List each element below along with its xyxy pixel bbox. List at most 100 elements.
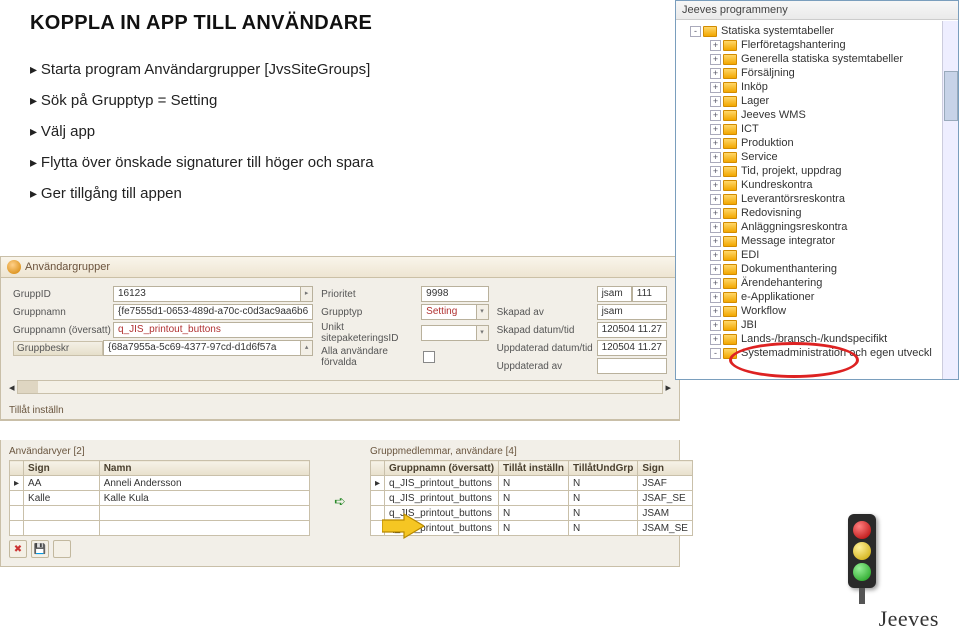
expand-icon[interactable] bbox=[710, 82, 721, 93]
dropdown-icon[interactable]: ▾ bbox=[477, 325, 489, 341]
expand-icon[interactable]: ▴ bbox=[301, 340, 313, 356]
form-horizontal-scroll[interactable]: ◂ ▸ bbox=[1, 378, 679, 396]
cell-tillat-installn[interactable]: N bbox=[499, 506, 569, 521]
expand-icon[interactable] bbox=[710, 236, 721, 247]
grupptyp-field[interactable]: Setting bbox=[421, 304, 476, 320]
tree-body[interactable]: Statiska systemtabeller Flerföretagshant… bbox=[676, 20, 958, 360]
tree-node[interactable]: Lager bbox=[678, 94, 954, 108]
cell-tillat-undgrp[interactable]: N bbox=[568, 506, 637, 521]
expand-icon[interactable] bbox=[710, 250, 721, 261]
expand-icon[interactable] bbox=[710, 320, 721, 331]
tool-button[interactable] bbox=[53, 540, 71, 558]
gruppbeskr-field[interactable]: {68a7955a-5c69-4377-97cd-d1d6f57a bbox=[103, 340, 301, 356]
expand-icon[interactable] bbox=[690, 26, 701, 37]
expand-icon[interactable] bbox=[710, 180, 721, 191]
expand-icon[interactable] bbox=[710, 334, 721, 345]
skapad-av-field[interactable]: jsam bbox=[597, 304, 667, 320]
tree-node-root[interactable]: Statiska systemtabeller bbox=[678, 24, 954, 38]
move-right-icon[interactable]: ➪ bbox=[334, 493, 346, 510]
scroll-left-icon[interactable]: ◂ bbox=[9, 381, 15, 394]
scroll-thumb[interactable] bbox=[18, 381, 38, 393]
tree-node[interactable]: Kundreskontra bbox=[678, 178, 954, 192]
tree-node[interactable]: EDI bbox=[678, 248, 954, 262]
tree-node[interactable]: Workflow bbox=[678, 304, 954, 318]
cell-tillat-undgrp[interactable]: N bbox=[568, 476, 637, 491]
save-button[interactable]: 💾 bbox=[31, 540, 49, 558]
expand-icon[interactable] bbox=[710, 194, 721, 205]
cell-sign[interactable]: JSAM_SE bbox=[638, 521, 693, 536]
tree-node[interactable]: Flerföretagshantering bbox=[678, 38, 954, 52]
col-tillat-installn[interactable]: Tillåt inställn bbox=[499, 461, 569, 476]
cell-tillat-installn[interactable]: N bbox=[499, 521, 569, 536]
expand-icon[interactable] bbox=[710, 152, 721, 163]
tree-node[interactable]: e-Applikationer bbox=[678, 290, 954, 304]
expand-icon[interactable] bbox=[710, 40, 721, 51]
col-namn[interactable]: Namn bbox=[99, 461, 309, 476]
tree-node[interactable]: Generella statiska systemtabeller bbox=[678, 52, 954, 66]
prioritet-field[interactable]: 9998 bbox=[421, 286, 488, 302]
col-sign[interactable]: Sign bbox=[638, 461, 693, 476]
tree-node[interactable]: Dokumenthantering bbox=[678, 262, 954, 276]
expand-icon[interactable] bbox=[710, 54, 721, 65]
table-row[interactable]: q_JIS_printout_buttonsNNJSAF_SE bbox=[371, 491, 693, 506]
expand-icon[interactable] bbox=[710, 96, 721, 107]
tree-node[interactable]: Jeeves WMS bbox=[678, 108, 954, 122]
dropdown-icon[interactable]: ▾ bbox=[477, 304, 489, 320]
col-sign[interactable]: Sign bbox=[24, 461, 100, 476]
short-num-field[interactable]: 111 bbox=[632, 286, 667, 302]
gruppnamn-oversatt-field[interactable]: q_JIS_printout_buttons bbox=[113, 322, 313, 338]
alla-forvalda-checkbox[interactable] bbox=[423, 351, 435, 363]
gruppid-field[interactable]: 16123 bbox=[113, 286, 301, 302]
tree-node[interactable]: Anläggningsreskontra bbox=[678, 220, 954, 234]
cell-tillat-undgrp[interactable]: N bbox=[568, 491, 637, 506]
tree-node[interactable]: ICT bbox=[678, 122, 954, 136]
uppdaterad-av-field[interactable] bbox=[597, 358, 667, 374]
scrollbar-thumb[interactable] bbox=[944, 71, 958, 121]
col-gruppnamn[interactable]: Gruppnamn (översatt) bbox=[385, 461, 499, 476]
tool-button[interactable]: ✖ bbox=[9, 540, 27, 558]
tree-node[interactable]: Försäljning bbox=[678, 66, 954, 80]
expand-icon[interactable] bbox=[710, 110, 721, 121]
dropdown-icon[interactable]: ▸ bbox=[301, 286, 313, 302]
tree-node[interactable]: Leverantörsreskontra bbox=[678, 192, 954, 206]
siteid-field[interactable] bbox=[421, 325, 476, 341]
expand-icon[interactable] bbox=[710, 306, 721, 317]
expand-icon[interactable] bbox=[710, 222, 721, 233]
cell-namn[interactable]: Anneli Andersson bbox=[99, 476, 309, 491]
tree-node[interactable]: Tid, projekt, uppdrag bbox=[678, 164, 954, 178]
skapad-datum-field[interactable]: 120504 11.27 bbox=[597, 322, 667, 338]
tree-node[interactable]: Produktion bbox=[678, 136, 954, 150]
col-tillat-undgrp[interactable]: TillåtUndGrp bbox=[568, 461, 637, 476]
expand-icon[interactable] bbox=[710, 348, 721, 359]
cell-sign[interactable]: JSAM bbox=[638, 506, 693, 521]
cell-gruppnamn[interactable]: q_JIS_printout_buttons bbox=[385, 476, 499, 491]
table-row[interactable]: ▸q_JIS_printout_buttonsNNJSAF bbox=[371, 476, 693, 491]
expand-icon[interactable] bbox=[710, 264, 721, 275]
expand-icon[interactable] bbox=[710, 68, 721, 79]
tree-node[interactable]: Ärendehantering bbox=[678, 276, 954, 290]
tree-scrollbar[interactable] bbox=[942, 21, 958, 379]
expand-icon[interactable] bbox=[710, 292, 721, 303]
scroll-right-icon[interactable]: ▸ bbox=[665, 381, 671, 394]
tree-node[interactable]: JBI bbox=[678, 318, 954, 332]
gruppnamn-field[interactable]: {fe7555d1-0653-489d-a70c-c0d3ac9aa6b6 bbox=[113, 304, 313, 320]
expand-icon[interactable] bbox=[710, 166, 721, 177]
table-row[interactable]: KalleKalle Kula bbox=[10, 491, 310, 506]
cell-sign[interactable]: JSAF bbox=[638, 476, 693, 491]
tree-node[interactable]: Service bbox=[678, 150, 954, 164]
cell-tillat-undgrp[interactable]: N bbox=[568, 521, 637, 536]
expand-icon[interactable] bbox=[710, 208, 721, 219]
uppdaterad-datum-field[interactable]: 120504 11.27 bbox=[597, 340, 667, 356]
cell-sign[interactable]: AA bbox=[24, 476, 100, 491]
expand-icon[interactable] bbox=[710, 278, 721, 289]
cell-tillat-installn[interactable]: N bbox=[499, 476, 569, 491]
scroll-track[interactable] bbox=[17, 380, 664, 394]
gruppbeskr-button[interactable]: Gruppbeskr bbox=[13, 341, 103, 356]
tree-node[interactable]: Redovisning bbox=[678, 206, 954, 220]
tree-node[interactable]: Message integrator bbox=[678, 234, 954, 248]
expand-icon[interactable] bbox=[710, 124, 721, 135]
cell-tillat-installn[interactable]: N bbox=[499, 491, 569, 506]
cell-namn[interactable]: Kalle Kula bbox=[99, 491, 309, 506]
cell-sign[interactable]: Kalle bbox=[24, 491, 100, 506]
tree-node[interactable]: Inköp bbox=[678, 80, 954, 94]
